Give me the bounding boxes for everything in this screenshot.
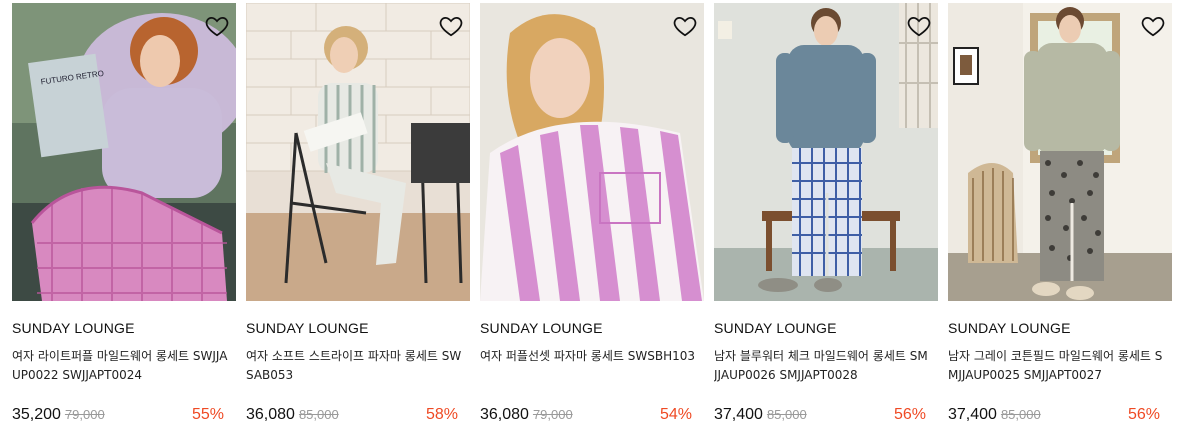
product-brand[interactable]: SUNDAY LOUNGE xyxy=(12,320,135,336)
discount-rate: 55% xyxy=(191,406,224,423)
heart-outline-icon[interactable] xyxy=(438,13,464,39)
product-card[interactable]: SUNDAY LOUNGE 남자 블루워터 체크 마일드웨어 롱세트 SMJJA… xyxy=(714,3,938,423)
heart-outline-icon[interactable] xyxy=(204,13,230,39)
original-price: 79,000 xyxy=(532,407,573,422)
product-photo-woman-stripe-pajama xyxy=(246,3,470,301)
product-name[interactable]: 여자 퍼플선셋 파자마 롱세트 SWSBH103 xyxy=(480,347,696,366)
product-grid: FUTURO RETRO SUNDAY LOUNGE 여자 라이트퍼플 마일드웨… xyxy=(0,0,1177,425)
price-row: 36,080 79,000 54% xyxy=(480,406,692,426)
sale-price: 35,200 79,000 xyxy=(12,406,105,423)
sale-price: 37,400 85,000 xyxy=(714,406,807,423)
product-card[interactable]: SUNDAY LOUNGE 여자 퍼플선셋 파자마 롱세트 SWSBH103 3… xyxy=(480,3,704,423)
product-brand[interactable]: SUNDAY LOUNGE xyxy=(480,320,603,336)
product-card[interactable]: SUNDAY LOUNGE 남자 그레이 코튼필드 마일드웨어 롱세트 SMJJ… xyxy=(948,3,1172,423)
original-price: 79,000 xyxy=(64,407,105,422)
sale-price: 36,080 85,000 xyxy=(246,406,339,423)
product-brand[interactable]: SUNDAY LOUNGE xyxy=(948,320,1071,336)
original-price: 85,000 xyxy=(1000,407,1041,422)
product-image[interactable]: FUTURO RETRO xyxy=(12,3,236,301)
product-name[interactable]: 남자 그레이 코튼필드 마일드웨어 롱세트 SMJJAUP0025 SMJJAP… xyxy=(948,347,1164,385)
product-photo-man-blue-check xyxy=(714,3,938,301)
product-photo-woman-purple-check: FUTURO RETRO xyxy=(12,3,236,301)
sale-price: 37,400 85,000 xyxy=(948,406,1041,423)
heart-outline-icon[interactable] xyxy=(906,13,932,39)
price-row: 36,080 85,000 58% xyxy=(246,406,458,426)
product-photo-woman-pink-stripe-shirt xyxy=(480,3,704,301)
product-card[interactable]: SUNDAY LOUNGE 여자 소프트 스트라이프 파자마 롱세트 SWSAB… xyxy=(246,3,470,423)
product-name[interactable]: 여자 소프트 스트라이프 파자마 롱세트 SWSAB053 xyxy=(246,347,462,385)
discount-rate: 58% xyxy=(425,406,458,423)
heart-outline-icon[interactable] xyxy=(1140,13,1166,39)
product-name[interactable]: 여자 라이트퍼플 마일드웨어 롱세트 SWJJAUP0022 SWJJAPT00… xyxy=(12,347,228,385)
product-card[interactable]: FUTURO RETRO SUNDAY LOUNGE 여자 라이트퍼플 마일드웨… xyxy=(12,3,236,423)
product-image[interactable] xyxy=(480,3,704,301)
heart-outline-icon[interactable] xyxy=(672,13,698,39)
original-price: 85,000 xyxy=(298,407,339,422)
sale-price: 36,080 79,000 xyxy=(480,406,573,423)
product-image[interactable] xyxy=(948,3,1172,301)
product-image[interactable] xyxy=(246,3,470,301)
price-row: 37,400 85,000 56% xyxy=(714,406,926,426)
discount-rate: 54% xyxy=(659,406,692,423)
discount-rate: 56% xyxy=(893,406,926,423)
product-brand[interactable]: SUNDAY LOUNGE xyxy=(714,320,837,336)
product-brand[interactable]: SUNDAY LOUNGE xyxy=(246,320,369,336)
price-row: 35,200 79,000 55% xyxy=(12,406,224,426)
product-name[interactable]: 남자 블루워터 체크 마일드웨어 롱세트 SMJJAUP0026 SMJJAPT… xyxy=(714,347,930,385)
product-photo-man-grey-cotton xyxy=(948,3,1172,301)
original-price: 85,000 xyxy=(766,407,807,422)
discount-rate: 56% xyxy=(1127,406,1160,423)
product-image[interactable] xyxy=(714,3,938,301)
price-row: 37,400 85,000 56% xyxy=(948,406,1160,426)
